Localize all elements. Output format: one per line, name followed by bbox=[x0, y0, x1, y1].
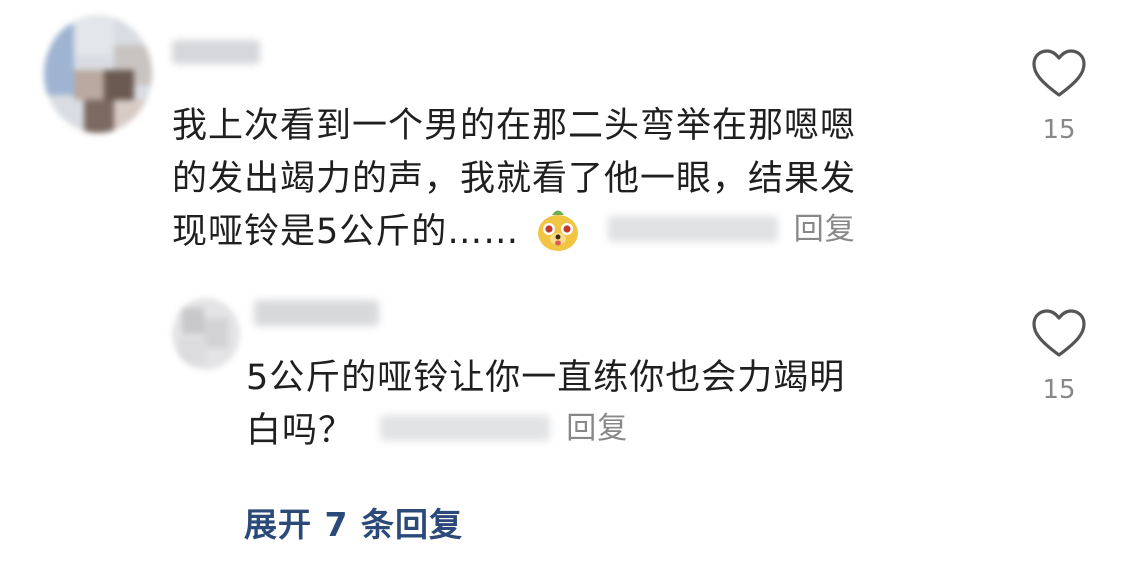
expand-replies-button[interactable]: 展开 7 条回复 bbox=[244, 498, 463, 546]
reply-text: 5公斤的哑铃让你一直练你也会力竭明 白吗？ 回复 bbox=[246, 352, 986, 459]
comment-date-location bbox=[607, 216, 778, 242]
like-count: 15 bbox=[1042, 375, 1076, 405]
reply-button[interactable]: 回复 bbox=[566, 411, 628, 446]
reply-username[interactable] bbox=[254, 300, 379, 326]
comment-line: 的发出竭力的声，我就看了他一眼，结果发 bbox=[172, 159, 857, 199]
comment-item: 我上次看到一个男的在那二头弯举在那嗯嗯 的发出竭力的声，我就看了他一眼，结果发 … bbox=[0, 0, 1133, 290]
reply-line-text: 白吗？ bbox=[246, 411, 355, 451]
like-count: 15 bbox=[1042, 115, 1076, 145]
comment-line: 我上次看到一个男的在那二头弯举在那嗯嗯 bbox=[172, 106, 857, 146]
reply-date-location bbox=[380, 415, 551, 441]
avatar[interactable] bbox=[44, 15, 152, 133]
reply-avatar[interactable] bbox=[172, 298, 240, 370]
dog-face-emoji bbox=[538, 210, 579, 251]
reply-line: 5公斤的哑铃让你一直练你也会力竭明 bbox=[246, 358, 846, 398]
comment-line: 现哑铃是5公斤的…… 回复 bbox=[172, 206, 992, 260]
reply-button[interactable]: 回复 bbox=[794, 212, 856, 247]
reply-item: 5公斤的哑铃让你一直练你也会力竭明 白吗？ 回复 15 bbox=[0, 290, 1133, 470]
reply-line: 白吗？ 回复 bbox=[246, 405, 986, 459]
heart-outline-icon[interactable] bbox=[1030, 48, 1088, 100]
comment-line-text: 现哑铃是5公斤的…… bbox=[172, 212, 520, 252]
heart-outline-icon[interactable] bbox=[1030, 308, 1088, 360]
username[interactable] bbox=[172, 40, 260, 64]
comment-text: 我上次看到一个男的在那二头弯举在那嗯嗯 的发出竭力的声，我就看了他一眼，结果发 … bbox=[172, 100, 992, 260]
